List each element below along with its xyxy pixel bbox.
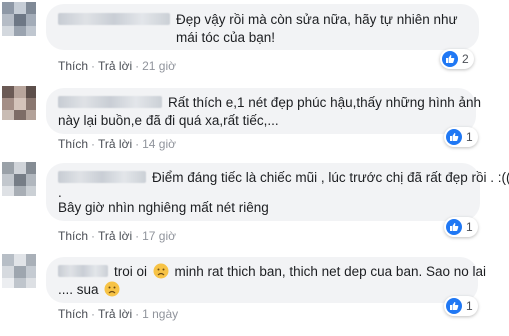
comment-text-line: Rất thích e,1 nét đẹp phúc hậu,thấy nhữn…	[168, 95, 482, 110]
timestamp[interactable]: 1 ngày	[142, 307, 178, 321]
comment-text-line: mái tóc của bạn!	[176, 30, 276, 45]
like-icon	[446, 219, 462, 235]
like-link[interactable]: Thích	[58, 59, 88, 73]
blurred-author-name[interactable]	[58, 96, 162, 108]
comment-bubble: Rất thích e,1 nét đẹp phúc hậu,thấy nhữn…	[46, 88, 481, 134]
comment-text-line: troi oi	[114, 264, 148, 279]
like-icon	[442, 51, 458, 67]
reply-link[interactable]: Trả lời	[98, 307, 132, 321]
like-icon	[446, 129, 462, 145]
comment-text-line: Đẹp vậy rồi mà còn sửa nữa, hãy tự nhiên…	[176, 12, 458, 27]
avatar[interactable]	[2, 86, 36, 120]
reply-link[interactable]: Trả lời	[98, 229, 132, 243]
comment-text-line: .... sua	[58, 282, 99, 297]
sad-face-emoji-icon	[104, 281, 120, 297]
comment-text-line: Bây giờ nhìn nghiêng mất nét riêng	[58, 200, 269, 215]
comment-text-line: .	[58, 185, 62, 200]
blurred-author-name[interactable]	[58, 265, 108, 277]
avatar[interactable]	[2, 2, 36, 36]
comment-actions: Thích · Trả lời · 1 ngày	[58, 307, 179, 321]
timestamp[interactable]: 21 giờ	[142, 59, 176, 73]
sad-face-emoji-icon	[153, 263, 169, 279]
blurred-author-name[interactable]	[58, 171, 146, 183]
reaction-count[interactable]: 1	[444, 296, 478, 316]
reply-link[interactable]: Trả lời	[98, 59, 132, 73]
comment-actions: Thích · Trả lời · 17 giờ	[58, 229, 176, 243]
avatar[interactable]	[2, 162, 36, 196]
reaction-count[interactable]: 1	[444, 127, 478, 147]
comment-bubble: troi oi minh rat thich ban, thich net de…	[46, 257, 486, 303]
comment-text-line: này lại buồn,e đã đi quá xa,rất tiếc,...	[58, 113, 279, 128]
comment-bubble: Điểm đáng tiếc là chiếc mũi , lúc trước …	[46, 163, 509, 221]
timestamp[interactable]: 14 giờ	[142, 137, 176, 151]
comment-text-line: Điểm đáng tiếc là chiếc mũi , lúc trước …	[152, 170, 509, 185]
avatar[interactable]	[2, 254, 36, 288]
comment-text-line: minh rat thich ban, thich net dep cua ba…	[174, 264, 487, 279]
reaction-count[interactable]: 2	[440, 49, 474, 69]
comment-bubble: Đẹp vậy rồi mà còn sửa nữa, hãy tự nhiên…	[46, 4, 479, 50]
timestamp[interactable]: 17 giờ	[142, 229, 176, 243]
like-link[interactable]: Thích	[58, 137, 88, 151]
comment-actions: Thích · Trả lời · 14 giờ	[58, 137, 176, 151]
like-icon	[446, 298, 462, 314]
comment-actions: Thích · Trả lời · 21 giờ	[58, 59, 176, 73]
like-link[interactable]: Thích	[58, 229, 88, 243]
like-link[interactable]: Thích	[58, 307, 88, 321]
blurred-author-name[interactable]	[58, 13, 170, 25]
reaction-count[interactable]: 1	[444, 217, 478, 237]
reply-link[interactable]: Trả lời	[98, 137, 132, 151]
